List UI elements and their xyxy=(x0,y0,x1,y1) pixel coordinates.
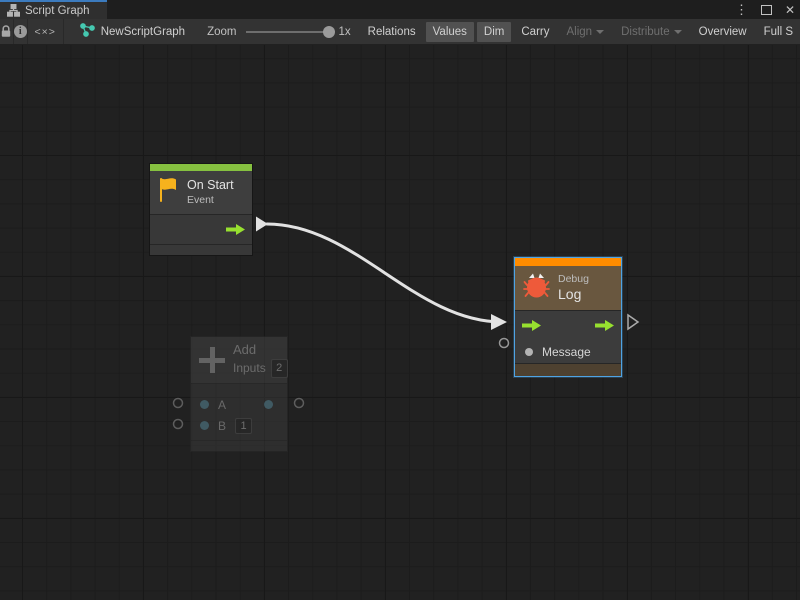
event-accent-strip xyxy=(150,164,252,171)
debug-accent-strip xyxy=(515,258,621,266)
sum-output-dot[interactable] xyxy=(264,400,273,409)
zoom-control: Zoom 1x xyxy=(207,26,351,38)
align-label: Align xyxy=(567,26,593,38)
port-a-label: A xyxy=(218,398,226,412)
unity-visual-scripting-window: { "window": { "tab_title": "Script Graph… xyxy=(0,0,800,600)
add-node-header: Add Inputs 2 xyxy=(191,337,287,384)
toolbar-buttons: Relations Values Dim Carry Align Distrib… xyxy=(361,22,800,42)
port-b-dot[interactable] xyxy=(200,421,209,430)
fullscreen-button[interactable]: Full S xyxy=(757,22,800,42)
distribute-label: Distribute xyxy=(621,26,670,38)
zoom-slider-handle[interactable] xyxy=(323,26,335,38)
zoom-label: Zoom xyxy=(207,26,236,38)
maximize-icon[interactable] xyxy=(761,5,772,15)
lock-icon xyxy=(0,25,12,38)
message-input-port-circle[interactable] xyxy=(500,339,509,348)
dim-button[interactable]: Dim xyxy=(477,22,511,42)
info-icon xyxy=(14,25,27,38)
on-start-port-row xyxy=(150,215,252,244)
port-b-label: B xyxy=(218,419,226,433)
message-port-dot[interactable] xyxy=(525,348,533,356)
tab-script-graph[interactable]: Script Graph xyxy=(0,0,107,19)
node-add-ghost[interactable]: Add Inputs 2 A B 1 xyxy=(190,336,288,452)
graph-name-chip[interactable]: NewScriptGraph xyxy=(80,23,185,40)
graph-asset-icon xyxy=(80,23,95,40)
message-port-label: Message xyxy=(542,345,591,359)
relations-button[interactable]: Relations xyxy=(361,22,423,42)
node-category: Debug xyxy=(558,273,589,286)
ghost-output-outer-circle[interactable] xyxy=(295,399,304,408)
ghost-port-a-outer-circle[interactable] xyxy=(174,399,183,408)
zoom-slider[interactable] xyxy=(246,31,330,33)
debug-log-header: Debug Log xyxy=(515,266,621,311)
edit-source-button[interactable] xyxy=(28,19,64,44)
window-controls: ⋮ ✕ xyxy=(735,0,795,19)
align-dropdown[interactable]: Align xyxy=(560,22,612,42)
debug-log-message-row: Message xyxy=(515,340,621,363)
zoom-value: 1x xyxy=(339,26,351,38)
flag-icon xyxy=(158,177,179,208)
plus-icon xyxy=(199,347,225,373)
node-title: On Start xyxy=(187,178,234,194)
port-row-a: A xyxy=(191,394,287,415)
wire-source-triangle xyxy=(256,217,268,232)
port-a-dot[interactable] xyxy=(200,400,209,409)
trigger-output-arrow-icon[interactable] xyxy=(595,319,614,332)
values-button[interactable]: Values xyxy=(426,22,474,42)
overview-button[interactable]: Overview xyxy=(692,22,754,42)
add-node-ports: A B 1 xyxy=(191,384,287,440)
lock-button[interactable] xyxy=(0,19,14,44)
carry-button[interactable]: Carry xyxy=(514,22,556,42)
wire-arrowhead xyxy=(491,314,507,330)
node-title: Add xyxy=(233,342,288,359)
trigger-output-arrow-icon[interactable] xyxy=(226,223,245,236)
ghost-port-b-outer-circle[interactable] xyxy=(174,420,183,429)
node-title: Log xyxy=(558,286,589,304)
bug-icon xyxy=(523,272,550,304)
info-button[interactable] xyxy=(14,19,28,44)
on-start-footer xyxy=(150,244,252,255)
node-on-start[interactable]: On Start Event xyxy=(149,163,253,256)
distribute-dropdown[interactable]: Distribute xyxy=(614,22,689,42)
code-icon xyxy=(35,26,56,38)
chevron-down-icon xyxy=(674,30,682,34)
node-subtitle: Event xyxy=(187,194,234,207)
wire-onstart-to-log[interactable] xyxy=(267,224,502,322)
graph-name-label: NewScriptGraph xyxy=(101,26,185,38)
trigger-input-arrow-icon[interactable] xyxy=(522,319,541,332)
inputs-count-field[interactable]: 2 xyxy=(271,359,288,377)
graph-canvas[interactable]: On Start Event xyxy=(0,45,800,600)
script-graph-icon xyxy=(7,4,20,17)
tab-title: Script Graph xyxy=(25,5,90,17)
add-node-footer xyxy=(191,440,287,451)
window-menu-icon[interactable]: ⋮ xyxy=(735,3,748,16)
connections-layer xyxy=(0,45,800,600)
graph-toolbar: NewScriptGraph Zoom 1x Relations Values … xyxy=(0,19,800,45)
debug-log-footer xyxy=(515,363,621,376)
debug-log-trigger-row xyxy=(515,311,621,340)
port-b-value-field[interactable]: 1 xyxy=(235,418,252,434)
on-start-header: On Start Event xyxy=(150,171,252,215)
close-icon[interactable]: ✕ xyxy=(785,4,795,16)
titlebar: Script Graph ⋮ ✕ xyxy=(0,0,800,19)
chevron-down-icon xyxy=(596,30,604,34)
node-subtitle: Inputs xyxy=(233,361,266,377)
log-output-trigger-port[interactable] xyxy=(628,315,638,329)
port-row-b: B 1 xyxy=(191,415,287,436)
node-debug-log[interactable]: Debug Log Message xyxy=(514,257,622,377)
